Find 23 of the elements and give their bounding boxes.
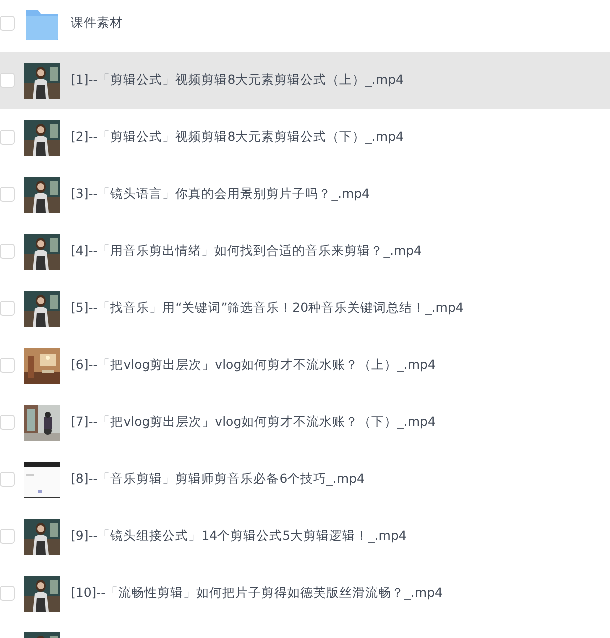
file-name[interactable]: [1]--「剪辑公式」视频剪辑8大元素剪辑公式（上）_.mp4 xyxy=(71,72,404,89)
file-name[interactable]: [8]--「音乐剪辑」剪辑师剪音乐必备6个技巧_.mp4 xyxy=(71,471,365,488)
checkbox[interactable] xyxy=(0,301,15,316)
file-name[interactable]: [9]--「镜头组接公式」14个剪辑公式5大剪辑逻辑！_.mp4 xyxy=(71,528,407,545)
file-name[interactable]: [5]--「找音乐」用“关键词”筛选音乐！20种音乐关键词总结！_.mp4 xyxy=(71,300,464,317)
file-name[interactable]: [4]--「用音乐剪出情绪」如何找到合适的音乐来剪辑？_.mp4 xyxy=(71,243,422,260)
file-row[interactable]: [1]--「剪辑公式」视频剪辑8大元素剪辑公式（上）_.mp4 xyxy=(0,52,610,109)
file-name[interactable]: [2]--「剪辑公式」视频剪辑8大元素剪辑公式（下）_.mp4 xyxy=(71,129,404,146)
checkbox[interactable] xyxy=(0,586,15,601)
checkbox[interactable] xyxy=(0,472,15,487)
checkbox[interactable] xyxy=(0,187,15,202)
file-name[interactable]: [3]--「镜头语言」你真的会用景别剪片子吗？_.mp4 xyxy=(71,186,370,203)
checkbox[interactable] xyxy=(0,529,15,544)
checkbox[interactable] xyxy=(0,73,15,88)
file-name[interactable]: [10]--「流畅性剪辑」如何把片子剪得如德芙版丝滑流畅？_.mp4 xyxy=(71,585,443,602)
checkbox[interactable] xyxy=(0,244,15,259)
folder-name[interactable]: 课件素材 xyxy=(71,15,123,32)
checkbox[interactable] xyxy=(0,16,15,31)
file-name[interactable]: [7]--「把vlog剪出层次」vlog如何剪才不流水账？（下）_.mp4 xyxy=(71,414,436,431)
file-name[interactable]: [6]--「把vlog剪出层次」vlog如何剪才不流水账？（上）_.mp4 xyxy=(71,357,436,374)
checkbox[interactable] xyxy=(0,415,15,430)
checkbox[interactable] xyxy=(0,130,15,145)
checkbox[interactable] xyxy=(0,358,15,373)
